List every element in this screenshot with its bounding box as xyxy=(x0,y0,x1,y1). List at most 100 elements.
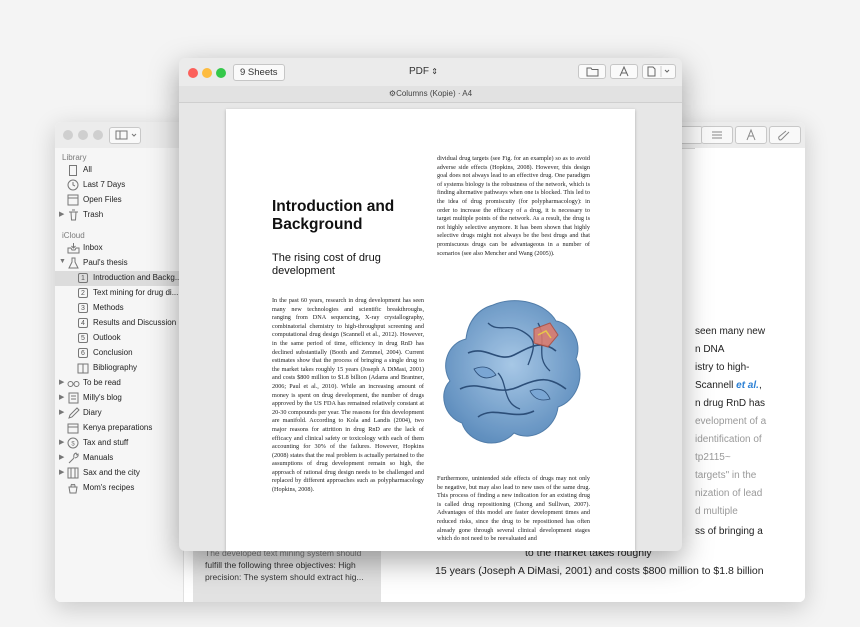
sheet-item-3[interactable]: 3 Methods xyxy=(55,301,183,316)
sidebar-item-moms-recipes[interactable]: Mom's recipes xyxy=(55,481,183,496)
calendar-icon xyxy=(67,423,79,434)
sidebar-item-label: Mom's recipes xyxy=(83,483,135,492)
sidebar-item-last-7-days[interactable]: Last 7 Days xyxy=(55,178,183,193)
sidebar-toggle-button[interactable] xyxy=(109,127,141,144)
icloud-header: iCloud xyxy=(62,231,85,240)
sidebar-item-inbox[interactable]: Inbox xyxy=(55,241,183,256)
doc-subtitle: The rising cost of drug development xyxy=(272,252,381,277)
sidebar-item-label: Bibliography xyxy=(93,363,138,372)
sidebar-item-tax-and-stuff[interactable]: ▶ $ Tax and stuff xyxy=(55,436,183,451)
list-icon xyxy=(712,131,722,139)
typography-button[interactable] xyxy=(735,126,767,144)
typography-icon xyxy=(746,128,756,141)
close-button[interactable] xyxy=(188,68,198,78)
disclosure-triangle-icon[interactable]: ▶ xyxy=(59,210,64,218)
sheet-item-label: Outlook xyxy=(93,333,121,342)
sidebar-item-bibliography[interactable]: Bibliography xyxy=(55,361,183,376)
protein-structure-image xyxy=(443,300,581,444)
sidebar-item-millys-blog[interactable]: ▶ Milly's blog xyxy=(55,391,183,406)
sheet-number-badge: 1 xyxy=(78,273,88,283)
disclosure-triangle-icon[interactable]: ▶ xyxy=(59,408,64,416)
sidebar-item-label: Diary xyxy=(83,408,102,417)
typography-button[interactable] xyxy=(610,64,638,79)
document-icon xyxy=(69,165,77,176)
folder-icon xyxy=(586,67,599,77)
disclosure-triangle-icon[interactable]: ▶ xyxy=(59,393,64,401)
attachment-button[interactable] xyxy=(769,126,801,144)
svg-text:$: $ xyxy=(71,442,75,448)
disclosure-triangle-icon[interactable]: ▶ xyxy=(59,468,64,476)
sidebar-item-label: All xyxy=(83,165,92,174)
sheet-item-6[interactable]: 6 Conclusion xyxy=(55,346,183,361)
preview-line: precision: The system should extract hig… xyxy=(205,572,364,582)
editor-line-text: Scannell xyxy=(695,380,734,391)
zoom-button[interactable] xyxy=(216,68,226,78)
sidebar-item-trash[interactable]: ▶ Trash xyxy=(55,208,183,223)
blog-icon xyxy=(68,392,79,404)
sheet-item-1[interactable]: 1 Introduction and Backg... xyxy=(55,271,183,286)
sheet-number-badge: 4 xyxy=(78,318,88,328)
sidebar-item-label: Inbox xyxy=(83,243,103,252)
sidebar-item-diary[interactable]: ▶ Diary xyxy=(55,406,183,421)
sidebar-item-pauls-thesis[interactable]: ▼ Paul's thesis xyxy=(55,256,183,271)
folder-button[interactable] xyxy=(578,64,606,79)
paperclip-icon xyxy=(778,130,790,141)
minimize-button-inactive[interactable] xyxy=(78,130,88,140)
sheet-item-4[interactable]: 4 Results and Discussion xyxy=(55,316,183,331)
editor-line-faded: nization of lead xyxy=(695,488,763,499)
disclosure-triangle-icon[interactable]: ▶ xyxy=(59,453,64,461)
sheets-count-button[interactable]: 9 Sheets xyxy=(233,64,285,81)
citation-et-al[interactable]: et al. xyxy=(736,380,759,391)
sheet-preview-panel[interactable]: The developed text mining system should … xyxy=(193,542,381,602)
sidebar-item-label: Tax and stuff xyxy=(83,438,129,447)
export-preview-window: 9 Sheets PDF ⇕ ⚙Columns (Kopie) · A4 Int… xyxy=(179,58,682,551)
sheet-item-2[interactable]: 2 Text mining for drug di... xyxy=(55,286,183,301)
editor-line: n DNA xyxy=(695,344,725,355)
sidebar-item-to-be-read[interactable]: ▶ To be read xyxy=(55,376,183,391)
inbox-icon xyxy=(67,243,80,254)
export-window-titlebar: 9 Sheets PDF ⇕ xyxy=(179,58,682,87)
page-options-button[interactable] xyxy=(642,64,676,79)
sidebar-item-manuals[interactable]: ▶ Manuals xyxy=(55,451,183,466)
typography-icon xyxy=(619,65,629,77)
sheet-number-badge: 6 xyxy=(78,348,88,358)
open-files-icon xyxy=(67,194,79,206)
stepper-arrows-icon: ⇕ xyxy=(429,67,438,76)
sheet-number-badge: 5 xyxy=(78,333,88,343)
zoom-button-inactive[interactable] xyxy=(93,130,103,140)
disclosure-triangle-open-icon[interactable]: ▼ xyxy=(59,258,66,265)
library-header: Library xyxy=(62,153,87,162)
sidebar-item-label: Paul's thesis xyxy=(83,258,128,267)
editor-line: ss of bringing a xyxy=(695,526,763,537)
gear-icon[interactable]: ⚙ xyxy=(389,89,396,98)
doc-title: Introduction and Background xyxy=(272,198,395,233)
format-selector[interactable]: PDF ⇕ xyxy=(409,66,438,77)
sidebar-item-all[interactable]: All xyxy=(55,163,183,178)
editor-line-faded: tp2115~ xyxy=(695,452,731,463)
sheet-item-label: Results and Discussion xyxy=(93,318,177,327)
sheet-item-label: Introduction and Backg... xyxy=(93,273,182,282)
editor-line-faded: identification of xyxy=(695,434,762,445)
disclosure-triangle-icon[interactable]: ▶ xyxy=(59,378,64,386)
sidebar-item-open-files[interactable]: Open Files xyxy=(55,193,183,208)
disclosure-triangle-icon[interactable]: ▶ xyxy=(59,438,64,446)
column-2-top-text: dividual drug targets (see Fig. for an e… xyxy=(437,155,590,257)
sheet-number-badge: 2 xyxy=(78,288,88,298)
sidebar-item-kenya-preparations[interactable]: Kenya preparations xyxy=(55,421,183,436)
sidebar-item-label: Manuals xyxy=(83,453,114,462)
editor-line: 15 years (Joseph A DiMasi, 2001) and cos… xyxy=(435,565,764,577)
editor-text-right[interactable]: seen many new n DNA istry to high- Scann… xyxy=(695,148,805,602)
minimize-button[interactable] xyxy=(202,68,212,78)
sidebar-item-label: Milly's blog xyxy=(83,393,122,402)
sidebar-item-label: Trash xyxy=(83,210,104,219)
sheet-number-badge: 3 xyxy=(78,303,88,313)
close-button-inactive[interactable] xyxy=(63,130,73,140)
list-button[interactable] xyxy=(701,126,733,144)
sidebar-item-sax-and-the-city[interactable]: ▶ Sax and the city xyxy=(55,466,183,481)
clock-icon xyxy=(67,179,79,191)
sidebar-item-label: Kenya preparations xyxy=(83,423,153,432)
sheet-item-5[interactable]: 5 Outlook xyxy=(55,331,183,346)
editor-line: istry to high- xyxy=(695,362,750,373)
template-bar[interactable]: ⚙Columns (Kopie) · A4 xyxy=(179,86,682,103)
tax-icon: $ xyxy=(67,437,79,449)
